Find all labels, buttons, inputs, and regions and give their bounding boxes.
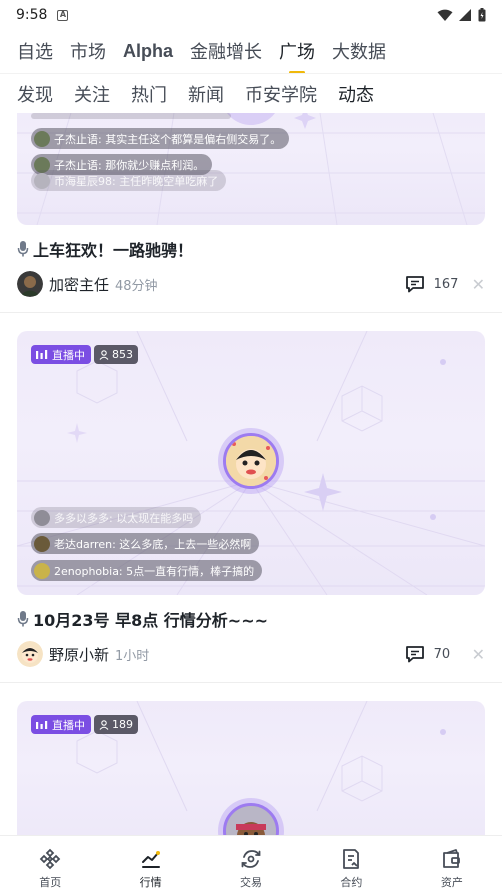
- tab-square[interactable]: 广场: [279, 38, 315, 74]
- chat-message: 币海星辰98: 主任昨晚空单吃麻了: [31, 170, 227, 191]
- post-title[interactable]: 上车狂欢！一路驰骋！: [17, 237, 193, 261]
- status-time: 9:58: [16, 7, 48, 23]
- contract-doc-icon: [343, 849, 360, 869]
- subtab-following[interactable]: 关注: [74, 81, 110, 107]
- comment-icon: [405, 276, 424, 293]
- chat-avatar: [34, 172, 50, 189]
- tab-watchlist[interactable]: 自选: [17, 38, 53, 64]
- chat-message: 老达darren: 这么多底，上去一些必然啊: [31, 533, 260, 554]
- post-time: 48分钟: [115, 278, 158, 294]
- chat-message: 多多以多多: 以太现在能多吗: [31, 507, 202, 528]
- battery-icon: [478, 8, 486, 22]
- nav-assets[interactable]: 资产: [402, 836, 502, 892]
- wifi-icon: [437, 9, 453, 21]
- post-time: 1小时: [115, 648, 150, 664]
- live-badge: 直播中: [31, 345, 91, 364]
- author-row: 加密主任 48分钟 167 ✕: [17, 271, 485, 297]
- viewer-count-badge: 853: [94, 345, 138, 364]
- live-bars-icon: [36, 720, 48, 729]
- live-card[interactable]: 直播中 853 多多以多多: 以太现在能多吗 老达darren: 这么多底，上去…: [17, 331, 485, 595]
- live-card[interactable]: 子杰止语: 其实主任这个都算是偏右侧交易了。 子杰止语: 那你就少赚点利润。 币…: [17, 113, 485, 225]
- close-icon[interactable]: ✕: [472, 275, 485, 294]
- live-badge: 直播中: [31, 715, 91, 734]
- viewer-count-badge: 189: [94, 715, 138, 734]
- sub-tabs: 发现 关注 热门 新闻 币安学院 动态: [0, 73, 502, 113]
- main-tabs: 自选 市场 Alpha 金融增长 广场 大数据: [0, 30, 502, 74]
- person-icon: [99, 349, 109, 360]
- nav-futures[interactable]: 合约: [301, 836, 401, 892]
- chat-text: 老达darren: 这么多底，上去一些必然啊: [54, 537, 252, 551]
- subtab-news[interactable]: 新闻: [188, 81, 224, 107]
- signal-icon: [459, 8, 471, 21]
- live-feed: 子杰止语: 其实主任这个都算是偏右侧交易了。 子杰止语: 那你就少赚点利润。 币…: [0, 113, 502, 835]
- comment-icon: [405, 646, 424, 663]
- chat-text: 2enophobia: 5点一直有行情，棒子搞的: [54, 564, 255, 578]
- nav-home[interactable]: 首页: [0, 836, 100, 892]
- subtab-hot[interactable]: 热门: [131, 81, 167, 107]
- nav-markets[interactable]: 行情: [100, 836, 200, 892]
- chat-message: 2enophobia: 5点一直有行情，棒子搞的: [31, 560, 263, 581]
- chat-text: 多多以多多: 以太现在能多吗: [54, 511, 194, 525]
- subtab-live[interactable]: 动态: [338, 81, 374, 107]
- chat-text: 子杰止语: 其实主任这个都算是偏右侧交易了。: [54, 132, 282, 146]
- post-title[interactable]: 10月23号 早8点 行情分析~~~: [17, 607, 268, 631]
- chat-avatar: [34, 509, 50, 526]
- comment-button[interactable]: 70: [405, 645, 464, 663]
- comment-count: 167: [433, 276, 459, 292]
- nav-trade[interactable]: 交易: [201, 836, 301, 892]
- status-icons: [437, 8, 486, 22]
- subtab-academy[interactable]: 币安学院: [245, 81, 317, 107]
- status-bar: 9:58 A: [0, 0, 502, 30]
- tab-finance-growth[interactable]: 金融增长: [190, 38, 262, 64]
- author-name[interactable]: 野原小新: [49, 644, 109, 665]
- chat-avatar: [34, 562, 50, 579]
- subtab-discover[interactable]: 发现: [17, 81, 53, 107]
- avatar[interactable]: [17, 271, 43, 297]
- divider: [0, 682, 502, 683]
- chat-avatar: [34, 130, 50, 147]
- chat-message: 子杰止语: 其实主任这个都算是偏右侧交易了。: [31, 128, 290, 149]
- chart-trend-icon: [141, 851, 160, 868]
- chat-avatar: [34, 535, 50, 552]
- chat-message: [31, 113, 231, 119]
- close-icon[interactable]: ✕: [472, 645, 485, 664]
- tab-market[interactable]: 市场: [70, 38, 106, 64]
- chat-text: 币海星辰98: 主任昨晚空单吃麻了: [54, 174, 219, 188]
- tab-alpha[interactable]: Alpha: [123, 41, 173, 62]
- live-card[interactable]: 直播中 189: [17, 701, 485, 835]
- tab-big-data[interactable]: 大数据: [332, 38, 386, 64]
- notification-icon: A: [57, 9, 69, 21]
- person-icon: [99, 719, 109, 730]
- avatar[interactable]: [17, 641, 43, 667]
- author-row: 野原小新 1小时 70 ✕: [17, 641, 485, 667]
- author-name[interactable]: 加密主任: [49, 274, 109, 295]
- wallet-icon: [442, 849, 460, 868]
- trade-swap-icon: [241, 850, 261, 868]
- microphone-icon: [17, 241, 29, 257]
- live-bars-icon: [36, 349, 48, 359]
- comment-button[interactable]: 167: [405, 275, 464, 293]
- bottom-nav: 首页 行情 交易 合约 资产: [0, 835, 502, 892]
- divider: [0, 312, 502, 313]
- microphone-icon: [17, 611, 29, 627]
- comment-count: 70: [433, 646, 451, 662]
- binance-logo-icon: [39, 848, 61, 870]
- host-avatar[interactable]: [218, 428, 284, 494]
